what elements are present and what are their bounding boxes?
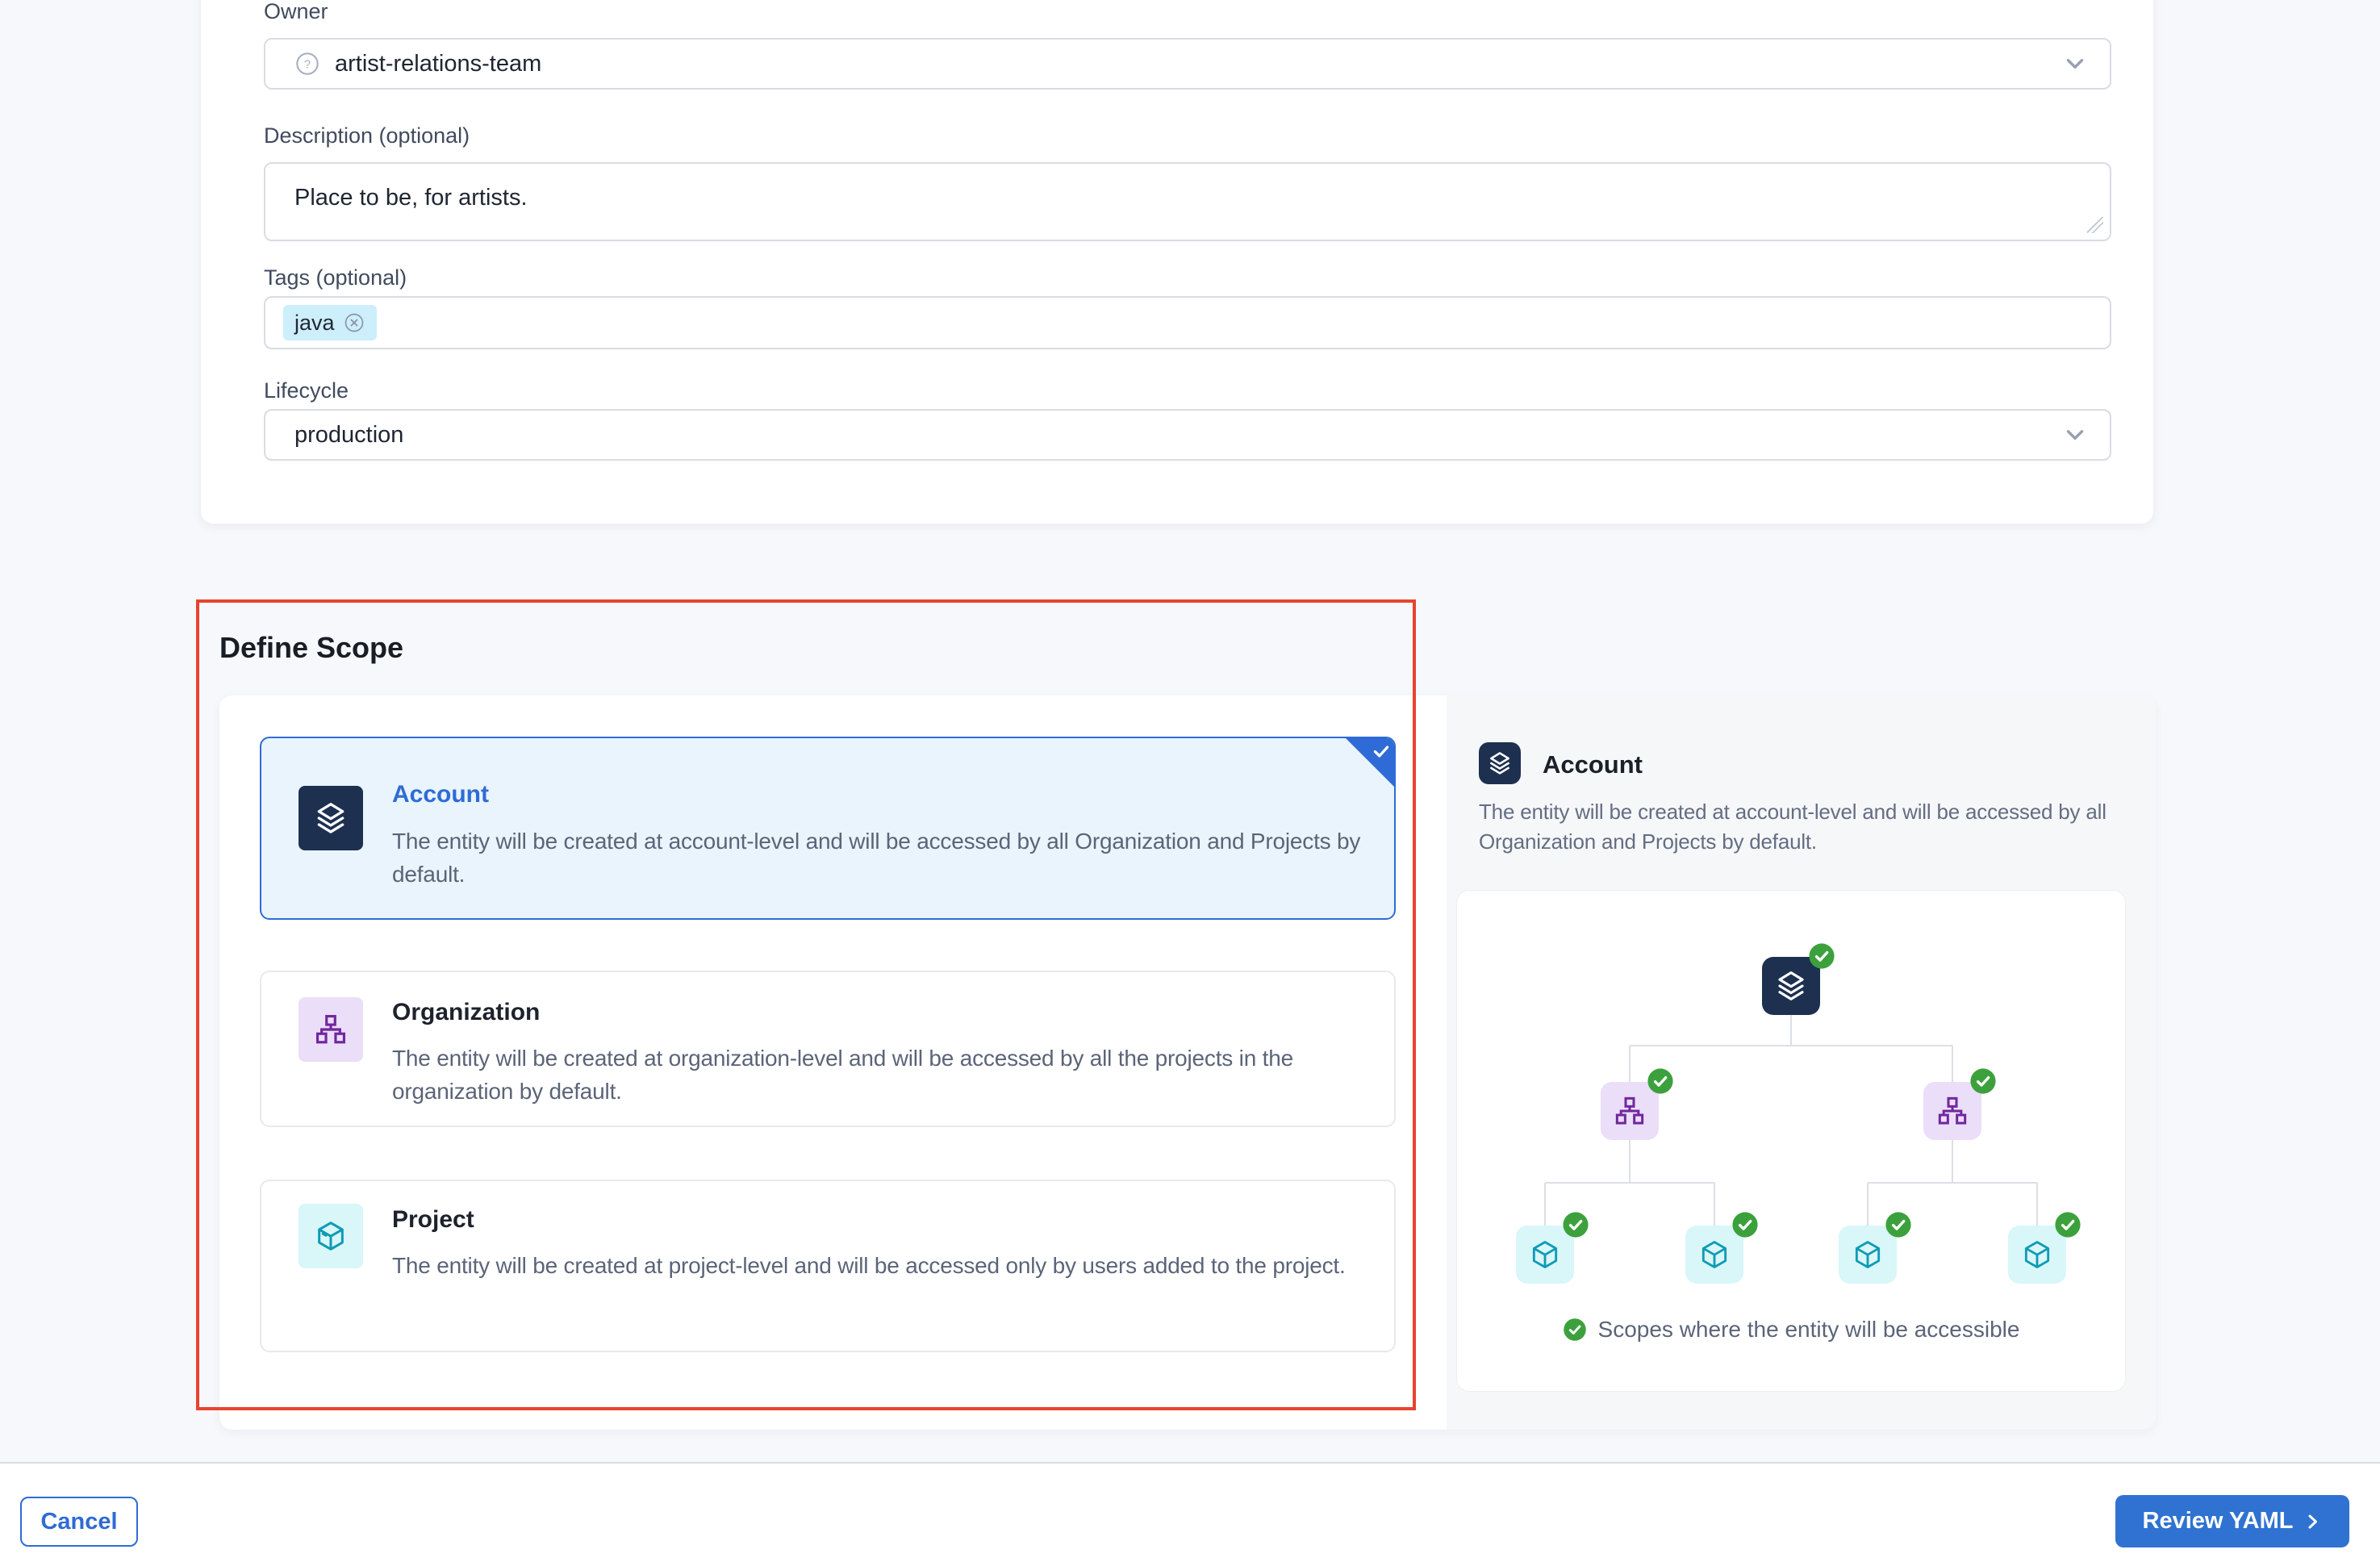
help-icon: ? — [294, 51, 320, 77]
selected-check-badge — [1344, 737, 1396, 788]
owner-select[interactable]: ? artist-relations-team — [264, 38, 2111, 90]
option-title: Account — [392, 781, 489, 808]
cancel-label: Cancel — [40, 1509, 117, 1535]
owner-label: Owner — [264, 0, 328, 24]
check-badge — [1647, 1067, 1674, 1095]
check-badge — [1969, 1067, 1997, 1095]
resize-handle[interactable] — [2087, 217, 2103, 233]
chevron-right-icon — [2303, 1512, 2322, 1531]
scope-option-project[interactable]: Project The entity will be created at pr… — [260, 1180, 1396, 1352]
check-icon — [1371, 741, 1392, 762]
option-description: The entity will be created at project-le… — [392, 1249, 1388, 1282]
review-yaml-label: Review YAML — [2143, 1508, 2294, 1535]
page: Owner ? artist-relations-team Descriptio… — [0, 0, 2380, 1562]
footer-bar — [0, 1462, 2380, 1562]
remove-tag-icon[interactable] — [343, 311, 365, 334]
option-description: The entity will be created at organizati… — [392, 1042, 1388, 1108]
description-textarea[interactable]: Place to be, for artists. — [264, 162, 2111, 241]
scope-diagram: Scopes where the entity will be accessib… — [1456, 890, 2126, 1392]
project-icon — [299, 1204, 363, 1268]
check-badge — [1808, 942, 1835, 970]
tag-chip-label: java — [294, 311, 335, 336]
account-icon — [299, 786, 363, 850]
detail-account-icon — [1479, 742, 1521, 784]
check-badge — [1731, 1211, 1759, 1238]
option-title: Organization — [392, 999, 540, 1026]
tags-label: Tags (optional) — [264, 265, 407, 290]
define-scope-heading: Define Scope — [219, 631, 403, 665]
entity-details-card: Owner ? artist-relations-team Descriptio… — [200, 0, 2154, 524]
detail-description: The entity will be created at account-le… — [1479, 797, 2132, 857]
organization-icon — [299, 997, 363, 1062]
review-yaml-button[interactable]: Review YAML — [2115, 1495, 2349, 1547]
description-value: Place to be, for artists. — [294, 185, 528, 211]
chevron-down-icon[interactable] — [2061, 421, 2089, 449]
option-description: The entity will be created at account-le… — [392, 825, 1388, 891]
check-badge-icon — [1563, 1318, 1587, 1342]
check-badge — [2054, 1211, 2081, 1238]
option-title: Project — [392, 1206, 474, 1234]
diagram-legend: Scopes where the entity will be accessib… — [1457, 1317, 2125, 1343]
svg-text:?: ? — [304, 58, 311, 71]
detail-title: Account — [1543, 750, 1643, 779]
lifecycle-value: production — [294, 422, 403, 449]
legend-text: Scopes where the entity will be accessib… — [1598, 1317, 2020, 1343]
check-badge — [1562, 1211, 1589, 1238]
lifecycle-label: Lifecycle — [264, 378, 349, 403]
tags-input[interactable]: java — [264, 296, 2111, 349]
chevron-down-icon[interactable] — [2061, 50, 2089, 77]
scope-option-account[interactable]: Account The entity will be created at ac… — [260, 737, 1396, 920]
scope-option-organization[interactable]: Organization The entity will be created … — [260, 971, 1396, 1127]
lifecycle-select[interactable]: production — [264, 409, 2111, 461]
cancel-button[interactable]: Cancel — [20, 1497, 138, 1547]
tag-chip[interactable]: java — [283, 305, 377, 340]
description-label: Description (optional) — [264, 123, 470, 148]
owner-value: artist-relations-team — [335, 51, 541, 77]
check-badge — [1885, 1211, 1912, 1238]
